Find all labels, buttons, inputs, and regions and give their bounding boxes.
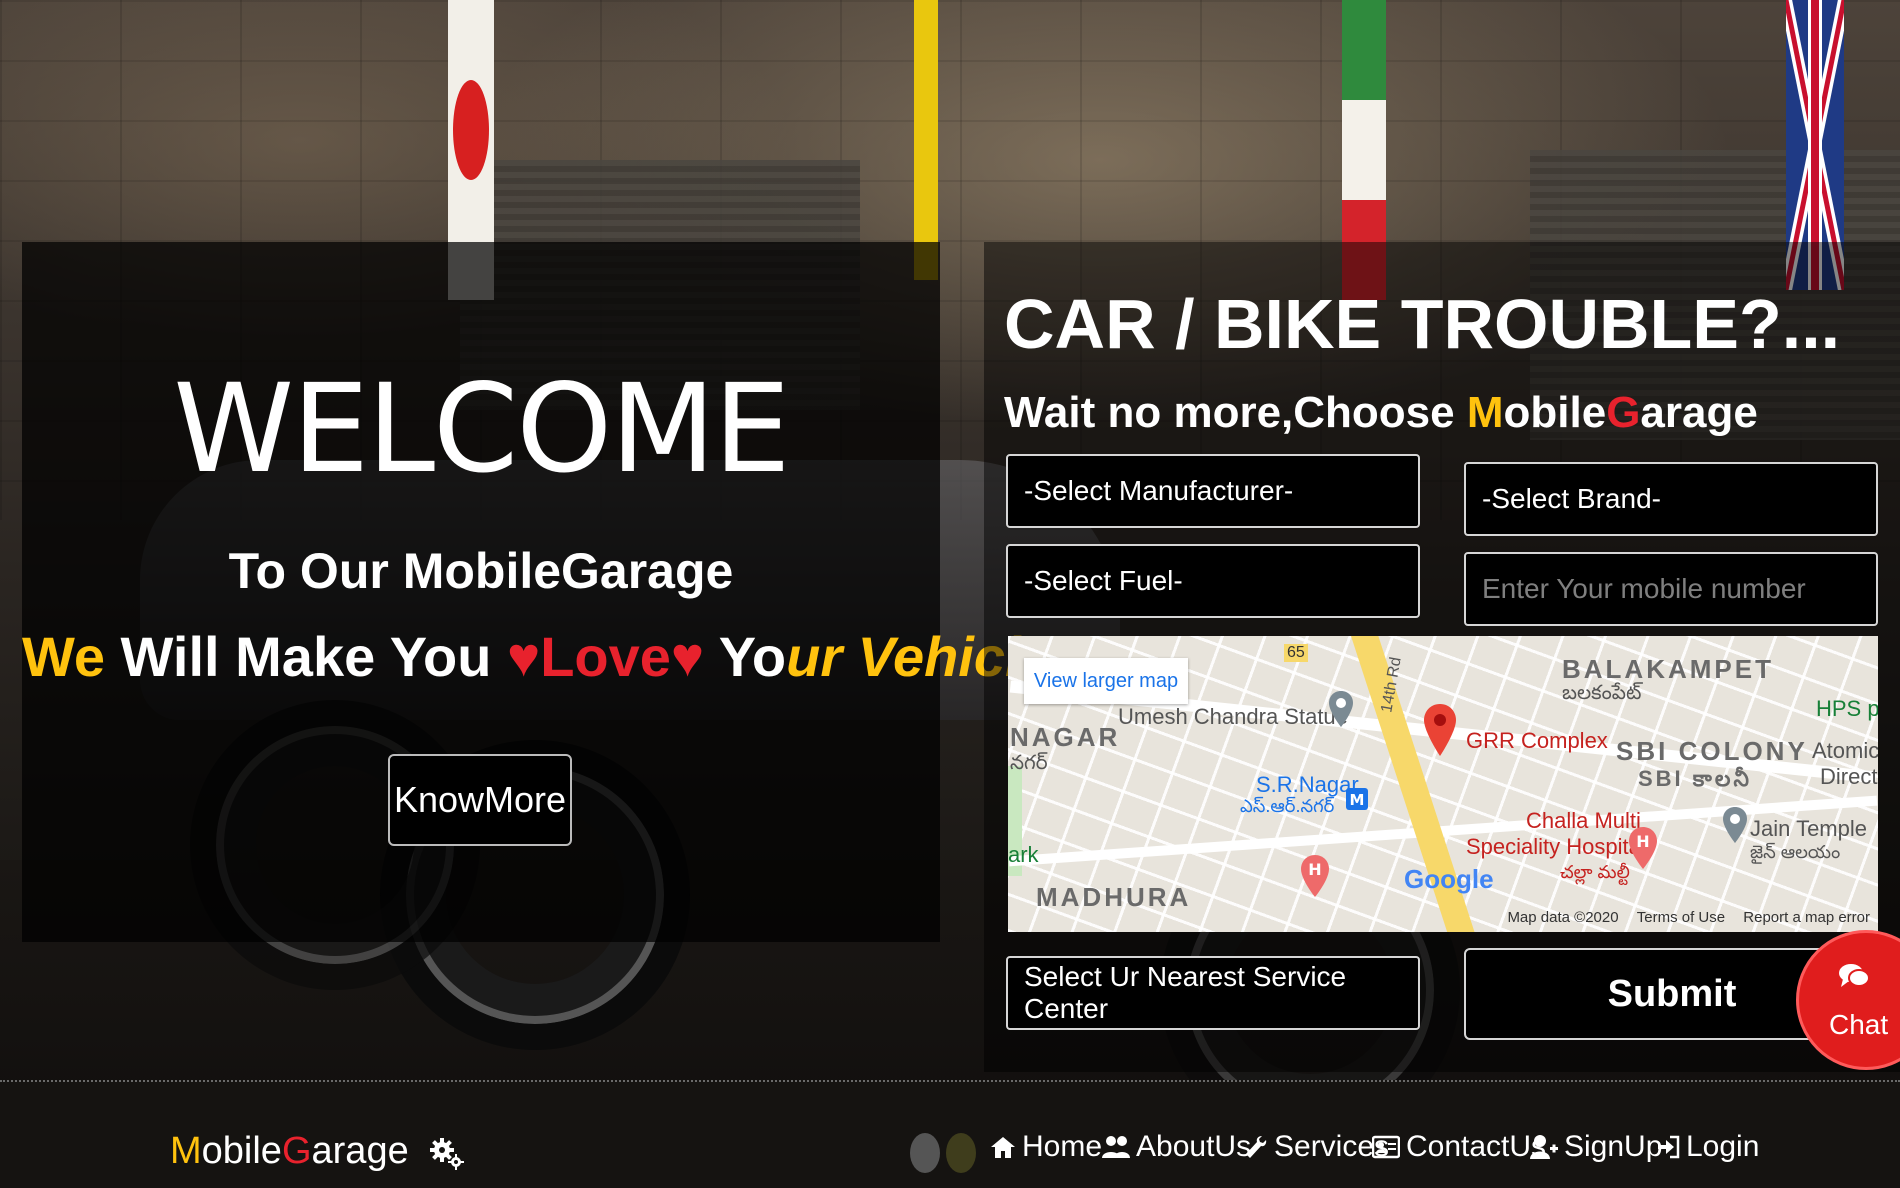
map-label-grr-complex: GRR Complex: [1466, 728, 1608, 753]
tagline: We Will Make You ♥Love♥ Your Vehicle: [22, 624, 1052, 689]
chat-bubble-icon: [1839, 964, 1870, 987]
nav-signup[interactable]: SignUp: [1530, 1130, 1662, 1164]
heart-icon: ♥: [506, 625, 541, 688]
map-label-speciality: Speciality Hospital: [1466, 834, 1646, 859]
user-plus-icon: [1530, 1135, 1558, 1159]
manufacturer-select[interactable]: -Select Manufacturer-: [1006, 454, 1420, 528]
grr-complex-pin-icon: [1424, 704, 1456, 756]
tagline-we: We: [22, 625, 105, 688]
map-label-sbi-colony-te: SBI కాలనీ: [1638, 766, 1752, 791]
map-label-madhura: MADHURA: [1036, 882, 1192, 912]
svg-text:H: H: [1308, 860, 1321, 879]
heart-icon: ♥: [670, 625, 705, 688]
booking-subline: Wait no more,Choose MobileGarage: [1004, 388, 1758, 438]
navbar-brand[interactable]: MobileGarage: [170, 1130, 465, 1173]
nav-dot-gray: [910, 1133, 940, 1173]
chat-label: Chat: [1829, 1009, 1889, 1040]
map-footer: Map data ©2020 Terms of Use Report a map…: [1493, 909, 1870, 926]
mobile-number-input[interactable]: Enter Your mobile number: [1464, 552, 1878, 626]
map-label-sbi-colony: SBI COLONY: [1616, 736, 1808, 766]
map-label-hps: HPS pl: [1816, 696, 1878, 721]
welcome-subtitle: To Our MobileGarage: [228, 543, 734, 599]
nav-services[interactable]: Services: [1244, 1130, 1389, 1164]
svg-text:H: H: [1636, 832, 1649, 851]
sign-in-icon: [1658, 1135, 1680, 1159]
nav-aboutus[interactable]: AboutUs: [1102, 1130, 1251, 1164]
map-data-attribution: Map data ©2020: [1507, 909, 1619, 926]
nav-brand-arage: arage: [311, 1130, 409, 1172]
users-icon: [1102, 1136, 1130, 1158]
gears-icon: [430, 1137, 465, 1170]
nav-login-label: Login: [1686, 1130, 1760, 1163]
map-label-challa: Challa Multi: [1526, 808, 1641, 833]
tagline-love: Love: [540, 625, 671, 688]
yellow-flag: [914, 0, 938, 280]
tagline-will-make-you: Will Make You: [105, 625, 507, 688]
map-label-atomic: Atomic: [1812, 738, 1878, 763]
home-icon: [991, 1137, 1015, 1158]
booking-headline: CAR / BIKE TROUBLE?...: [1004, 285, 1841, 363]
nav-dot-olive: [946, 1133, 976, 1173]
temple-pin-icon: [1723, 807, 1747, 843]
brand-arage: arage: [1640, 388, 1758, 437]
nav-brand-obile: obile: [201, 1130, 282, 1172]
map-label-umesh: Umesh Chandra Statue: [1118, 704, 1348, 729]
nav-contactus[interactable]: ContactUs: [1372, 1130, 1546, 1164]
map-label-directo: Directo: [1820, 764, 1878, 789]
address-card-icon: [1372, 1135, 1400, 1159]
brand-m: M: [1466, 388, 1504, 437]
map-label-balakampet: BALAKAMPET: [1562, 654, 1774, 684]
statue-pin-icon: [1329, 691, 1353, 727]
brand-g: G: [1606, 388, 1641, 437]
subline-prefix: Wait no more,Choose: [1004, 388, 1467, 437]
service-center-select[interactable]: Select Ur Nearest Service Center: [1006, 956, 1420, 1030]
nav-signup-label: SignUp: [1564, 1130, 1663, 1163]
nav-brand-m: M: [170, 1130, 202, 1172]
map-label-sr-nagar: S.R.Nagar: [1256, 772, 1359, 797]
map-label-nagar: NAGAR: [1010, 722, 1121, 752]
hospital-pin-icon: H: [1629, 827, 1657, 869]
welcome-heading: WELCOME: [173, 358, 790, 500]
nav-aboutus-label: AboutUs: [1136, 1130, 1252, 1163]
map-label-jain-temple: Jain Temple: [1750, 816, 1867, 841]
knowmore-button[interactable]: KnowMore: [388, 754, 572, 846]
map-label-challa-te: చల్లా మల్టీ: [1560, 862, 1630, 882]
view-larger-map-link[interactable]: View larger map: [1024, 658, 1188, 704]
map-label-jain-temple-te: జైన్ ఆలయం: [1750, 842, 1841, 862]
tagline-ur: ur: [786, 625, 858, 688]
google-logo: Google: [1404, 864, 1494, 894]
map-report-error-link[interactable]: Report a map error: [1743, 909, 1870, 926]
nav-brand-g: G: [281, 1130, 312, 1172]
map-label-hwy: 65: [1284, 644, 1308, 662]
nav-login[interactable]: Login: [1656, 1130, 1759, 1164]
wrench-icon: [1246, 1136, 1267, 1158]
brand-select[interactable]: -Select Brand-: [1464, 462, 1878, 536]
hospital-pin-icon: H: [1301, 855, 1329, 897]
nav-contactus-label: ContactUs: [1406, 1130, 1547, 1163]
map-label-balakampet-te: బలకంపేట్: [1562, 682, 1642, 704]
map-terms-link[interactable]: Terms of Use: [1637, 909, 1725, 926]
tagline-yo: Yo: [704, 625, 787, 688]
nav-home-label: Home: [1022, 1130, 1103, 1163]
svg-text:M: M: [1350, 791, 1365, 809]
service-map[interactable]: View larger map 65 14th Rd BALAKAMPET బల…: [1008, 636, 1878, 932]
nav-home[interactable]: Home: [990, 1130, 1102, 1164]
brand-obile: obile: [1503, 388, 1607, 437]
map-label-sr-nagar-te: ఎస్.ఆర్.నగర్: [1240, 796, 1335, 816]
map-label-nagar-te: నగర్: [1010, 752, 1048, 774]
metro-icon: M: [1346, 788, 1368, 810]
fuel-select[interactable]: -Select Fuel-: [1006, 544, 1420, 618]
map-label-ark: ark: [1008, 842, 1039, 867]
